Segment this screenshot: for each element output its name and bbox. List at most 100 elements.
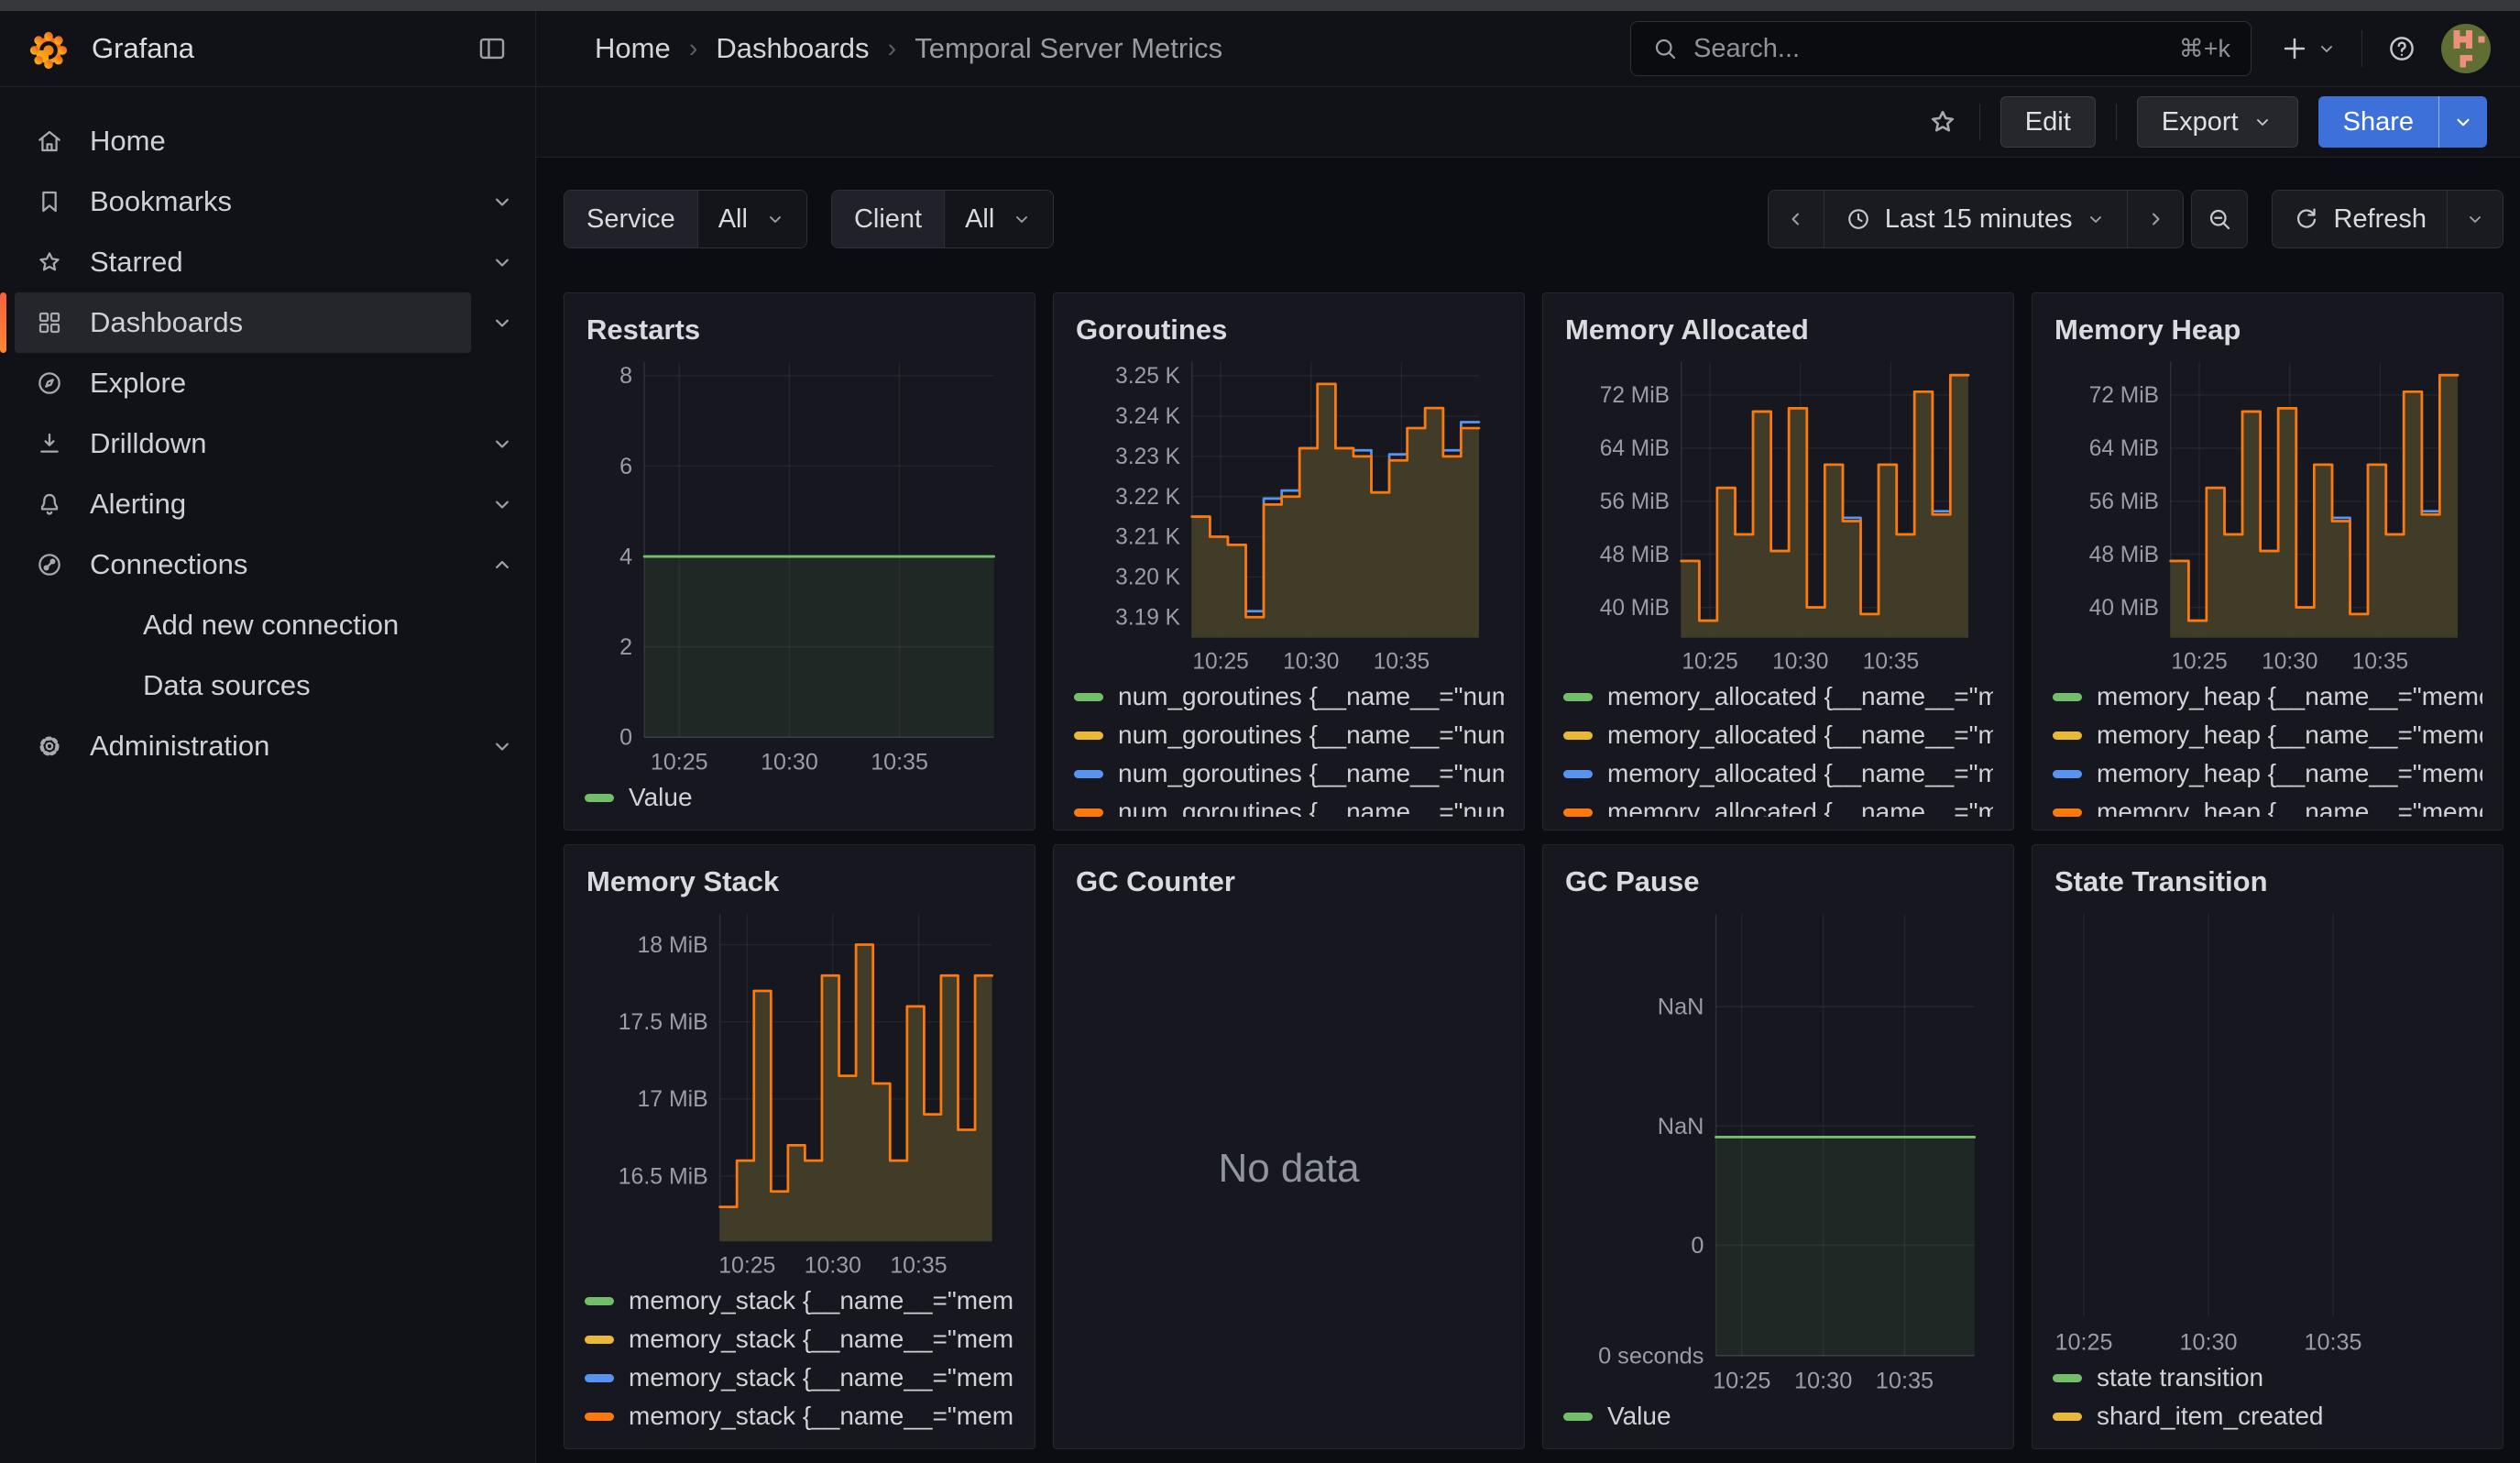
- svg-text:48 MiB: 48 MiB: [2089, 543, 2159, 567]
- variable-value: All: [718, 204, 748, 235]
- sidebar-item-connections[interactable]: Connections: [15, 534, 471, 595]
- sidebar-item-home[interactable]: Home: [15, 111, 471, 171]
- edit-button[interactable]: Edit: [2000, 96, 2096, 148]
- sidebar-item-alerting[interactable]: Alerting: [15, 474, 471, 534]
- legend-item: num_goroutines {__name__="num_go: [1074, 677, 1504, 716]
- variable-label: Service: [564, 191, 697, 248]
- legend-item: shard_item_created: [2053, 1397, 2482, 1436]
- chart-state-transition[interactable]: 10:2510:3010:35: [2053, 902, 2482, 1357]
- panel-title[interactable]: Goroutines: [1076, 314, 1504, 346]
- breadcrumb-separator: ›: [689, 34, 698, 64]
- legend-series-label[interactable]: memory_heap {__name__="memory_h: [2097, 682, 2482, 711]
- chevron-down-icon[interactable]: [489, 310, 515, 336]
- legend-series-label[interactable]: Value: [629, 783, 693, 812]
- sidebar-item-explore[interactable]: Explore: [15, 353, 471, 413]
- share-menu-button[interactable]: [2438, 96, 2487, 148]
- panel-gc-pause: GC Pause 0 seconds0NaNNaN10:2510:3010:35 V…: [1542, 844, 2014, 1449]
- sidebar-item-drilldown[interactable]: Drilldown: [15, 413, 471, 474]
- sidebar-item-starred[interactable]: Starred: [15, 232, 471, 292]
- legend-series-label[interactable]: memory_stack {__name__="memory_s: [629, 1402, 1014, 1431]
- legend-series-label[interactable]: num_goroutines {__name__="num_go: [1118, 798, 1504, 817]
- refresh-button[interactable]: Refresh: [2273, 191, 2447, 248]
- filter-row: ServiceAllClientAll Last 15 minutes: [564, 191, 2504, 248]
- legend-series-label[interactable]: memory_heap {__name__="memory_h: [2097, 798, 2482, 817]
- svg-text:16.5 MiB: 16.5 MiB: [619, 1164, 708, 1189]
- refresh-interval-button[interactable]: [2447, 191, 2503, 248]
- legend-series-dash-icon: [585, 1374, 614, 1382]
- time-forward-button[interactable]: [2127, 191, 2183, 248]
- legend-series-label[interactable]: memory_stack {__name__="memory_s: [629, 1363, 1014, 1392]
- variable-value: All: [965, 204, 994, 235]
- export-button[interactable]: Export: [2137, 96, 2298, 148]
- add-button[interactable]: [2279, 33, 2338, 64]
- legend-series-dash-icon: [1074, 770, 1103, 778]
- panel-title[interactable]: GC Counter: [1076, 865, 1504, 898]
- star-dashboard-icon[interactable]: [1926, 105, 1959, 138]
- time-range-picker[interactable]: Last 15 minutes: [1824, 191, 2128, 248]
- legend-series-label[interactable]: Value: [1607, 1402, 1671, 1431]
- variable-value-dropdown[interactable]: All: [944, 191, 1053, 248]
- legend-series-label[interactable]: num_goroutines {__name__="num_go: [1118, 720, 1504, 750]
- legend-series-label[interactable]: memory_allocated {__name__="memo: [1607, 798, 1993, 817]
- breadcrumb-dashboards[interactable]: Dashboards: [716, 32, 869, 65]
- time-controls: Last 15 minutes: [1768, 190, 2504, 248]
- legend-series-label[interactable]: memory_stack {__name__="memory_s: [629, 1286, 1014, 1315]
- share-button[interactable]: Share: [2318, 96, 2438, 148]
- zoom-out-button[interactable]: [2192, 191, 2247, 248]
- legend-series-label[interactable]: memory_heap {__name__="memory_h: [2097, 720, 2482, 750]
- sidebar-item-add-new-connection[interactable]: Add new connection: [15, 595, 471, 655]
- legend-series-label[interactable]: memory_allocated {__name__="memo: [1607, 759, 1993, 788]
- svg-text:8: 8: [619, 363, 632, 389]
- chart-gc-pause[interactable]: 0 seconds0NaNNaN10:2510:3010:35: [1563, 902, 1993, 1395]
- svg-text:3.22 K: 3.22 K: [1115, 485, 1180, 510]
- sidebar-item-bookmarks[interactable]: Bookmarks: [15, 171, 471, 232]
- chevron-down-icon[interactable]: [489, 249, 515, 275]
- legend-series-label[interactable]: state transition: [2097, 1363, 2263, 1392]
- chart-memory-allocated[interactable]: 40 MiB48 MiB56 MiB64 MiB72 MiB10:2510:30…: [1563, 350, 1993, 676]
- sidebar-item-data-sources[interactable]: Data sources: [15, 655, 471, 716]
- chevron-down-icon: [2085, 208, 2107, 230]
- panel-title[interactable]: Memory Stack: [586, 865, 1014, 898]
- legend-series-label[interactable]: memory_allocated {__name__="memo: [1607, 720, 1993, 750]
- panel-title[interactable]: State Transition: [2054, 865, 2482, 898]
- legend-series-label[interactable]: shard_item_created: [2097, 1402, 2323, 1431]
- search-input[interactable]: Search... ⌘+k: [1630, 21, 2252, 76]
- panel-title[interactable]: Memory Heap: [2054, 314, 2482, 346]
- panel-title[interactable]: Memory Allocated: [1565, 314, 1993, 346]
- chevron-up-icon[interactable]: [489, 552, 515, 578]
- chart-memory-stack[interactable]: 16.5 MiB17 MiB17.5 MiB18 MiB10:2510:3010…: [585, 902, 1014, 1280]
- app-root: Grafana HomeBookmarksStarredDashboardsEx…: [0, 11, 2520, 1463]
- legend-series-dash-icon: [1563, 770, 1593, 778]
- legend-item: num_goroutines {__name__="num_go: [1074, 716, 1504, 754]
- sidebar-item-label: Dashboards: [90, 306, 243, 339]
- svg-text:56 MiB: 56 MiB: [2089, 490, 2159, 514]
- legend-series-label[interactable]: num_goroutines {__name__="num_go: [1118, 682, 1504, 711]
- legend-series-label[interactable]: memory_allocated {__name__="memo: [1607, 682, 1993, 711]
- legend-series-dash-icon: [1563, 1413, 1593, 1421]
- sidebar-toggle-icon[interactable]: [477, 33, 508, 64]
- chart-restarts[interactable]: 0246810:2510:3010:35: [585, 350, 1014, 776]
- legend-item: memory_allocated {__name__="memo: [1563, 716, 1993, 754]
- chevron-down-icon[interactable]: [489, 189, 515, 214]
- link-icon: [35, 550, 64, 579]
- time-back-button[interactable]: [1769, 191, 1824, 248]
- panel-title[interactable]: Restarts: [586, 314, 1014, 346]
- chevron-down-icon[interactable]: [489, 733, 515, 759]
- help-button[interactable]: [2386, 33, 2417, 64]
- avatar[interactable]: [2441, 24, 2491, 73]
- chart-memory-heap[interactable]: 40 MiB48 MiB56 MiB64 MiB72 MiB10:2510:30…: [2053, 350, 2482, 676]
- sidebar-item-dashboards[interactable]: Dashboards: [15, 292, 471, 353]
- panel-grid: Restarts 0246810:2510:3010:35 Value Gorouti…: [564, 292, 2504, 1449]
- sidebar-item-administration[interactable]: Administration: [15, 716, 471, 776]
- svg-text:48 MiB: 48 MiB: [1600, 543, 1670, 567]
- variable-value-dropdown[interactable]: All: [697, 191, 806, 248]
- legend-series-label[interactable]: num_goroutines {__name__="num_go: [1118, 759, 1504, 788]
- panel-title[interactable]: GC Pause: [1565, 865, 1993, 898]
- chart-goroutines[interactable]: 3.19 K3.20 K3.21 K3.22 K3.23 K3.24 K3.25…: [1074, 350, 1504, 676]
- breadcrumb-home[interactable]: Home: [595, 32, 671, 65]
- breadcrumb: Home›Dashboards›Temporal Server Metrics: [595, 32, 1222, 65]
- legend-series-label[interactable]: memory_stack {__name__="memory_s: [629, 1325, 1014, 1354]
- legend-series-label[interactable]: memory_heap {__name__="memory_h: [2097, 759, 2482, 788]
- chevron-down-icon[interactable]: [489, 491, 515, 517]
- chevron-down-icon[interactable]: [489, 431, 515, 456]
